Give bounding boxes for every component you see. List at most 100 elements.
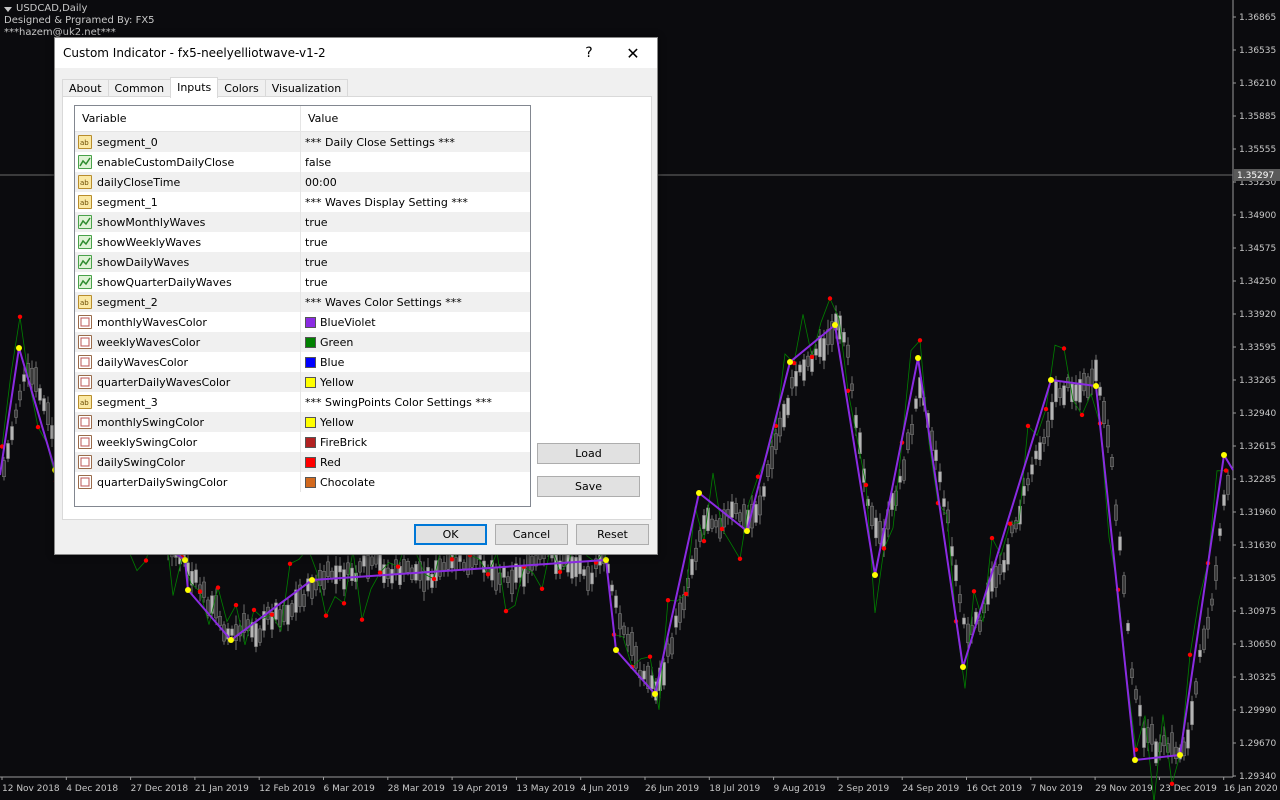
candle-body (1106, 425, 1110, 448)
candle-body (18, 390, 22, 401)
daily-swing-point (287, 561, 293, 566)
cancel-button[interactable]: Cancel (495, 524, 568, 545)
candle-body (1174, 746, 1178, 759)
monthly-swing-point (309, 577, 315, 583)
table-row[interactable]: monthlyWavesColor BlueViolet (75, 312, 530, 332)
candle-body (614, 595, 618, 608)
save-button[interactable]: Save (537, 476, 640, 497)
date-tick-label: 18 Jul 2019 (709, 784, 760, 794)
candle-body (958, 594, 962, 604)
bool-type-icon (78, 235, 92, 249)
value-cell[interactable]: true (301, 232, 530, 252)
reset-button[interactable]: Reset (576, 524, 649, 545)
value-cell[interactable]: Blue (301, 352, 530, 372)
candle-body (966, 623, 970, 644)
daily-swing-point (1007, 521, 1013, 526)
value-cell[interactable]: BlueViolet (301, 312, 530, 332)
candle-body (742, 504, 746, 529)
value-cell[interactable]: false (301, 152, 530, 172)
variable-value: true (305, 235, 328, 249)
table-row[interactable]: ab segment_0 *** Daily Close Settings *** (75, 132, 530, 152)
table-row[interactable]: showWeeklyWaves true (75, 232, 530, 252)
price-tick-label: 1.32285 (1239, 475, 1276, 485)
value-cell[interactable]: Red (301, 452, 530, 472)
bool-type-icon (78, 155, 92, 169)
value-cell[interactable]: *** Waves Display Setting *** (301, 192, 530, 212)
candle-body (794, 371, 798, 387)
value-cell[interactable]: FireBrick (301, 432, 530, 452)
value-cell[interactable]: *** Waves Color Settings *** (301, 292, 530, 312)
candle-body (1134, 689, 1138, 700)
column-header-variable[interactable]: Variable (75, 106, 301, 131)
daily-swing-point (539, 586, 545, 591)
candle-body (814, 348, 818, 356)
daily-swing-point (197, 589, 203, 594)
table-row[interactable]: ab segment_1 *** Waves Display Setting *** (75, 192, 530, 212)
load-button[interactable]: Load (537, 443, 640, 464)
variable-value: Red (320, 455, 341, 469)
monthly-swing-point (832, 322, 838, 328)
candle-body (10, 426, 14, 441)
candle-body (694, 547, 698, 562)
candle-body (670, 637, 674, 655)
candle-body (802, 359, 806, 381)
tab-inputs[interactable]: Inputs (170, 77, 219, 98)
variable-name: segment_3 (97, 395, 158, 409)
value-cell[interactable]: Chocolate (301, 472, 530, 492)
candle-body (366, 555, 370, 579)
table-row[interactable]: dailySwingColor Red (75, 452, 530, 472)
date-tick-label: 28 Mar 2019 (388, 784, 445, 794)
price-tick-label: 1.29340 (1239, 772, 1276, 782)
value-cell[interactable]: Green (301, 332, 530, 352)
table-row[interactable]: monthlySwingColor Yellow (75, 412, 530, 432)
color-swatch (305, 356, 316, 368)
value-cell[interactable]: *** Daily Close Settings *** (301, 132, 530, 152)
variable-name: monthlySwingColor (97, 415, 204, 429)
table-row[interactable]: weeklySwingColor FireBrick (75, 432, 530, 452)
svg-text:ab: ab (80, 199, 89, 206)
candle-body (426, 567, 430, 581)
table-row[interactable]: showMonthlyWaves true (75, 212, 530, 232)
table-row[interactable]: dailyWavesColor Blue (75, 352, 530, 372)
value-cell[interactable]: 00:00 (301, 172, 530, 192)
candle-body (402, 559, 406, 574)
daily-swing-point (503, 608, 509, 614)
table-row[interactable]: ab dailyCloseTime 00:00 (75, 172, 530, 192)
daily-swing-point (1043, 406, 1049, 412)
candle-body (1122, 575, 1126, 594)
ok-button[interactable]: OK (414, 524, 487, 545)
variable-cell: ab dailyCloseTime (75, 172, 301, 192)
table-row[interactable]: enableCustomDailyClose false (75, 152, 530, 172)
variable-cell: quarterDailyWavesColor (75, 372, 301, 392)
variable-name: enableCustomDailyClose (97, 155, 235, 169)
table-row[interactable]: quarterDailyWavesColor Yellow (75, 372, 530, 392)
variable-name: quarterDailySwingColor (97, 475, 228, 489)
help-button[interactable]: ? (567, 38, 611, 68)
value-cell[interactable]: Yellow (301, 412, 530, 432)
value-cell[interactable]: true (301, 212, 530, 232)
candle-body (1194, 681, 1198, 695)
candle-body (1186, 729, 1190, 749)
candle-body (290, 603, 294, 617)
candle-body (506, 576, 510, 583)
monthly-swing-point (915, 355, 921, 361)
date-tick-label: 27 Dec 2018 (131, 784, 189, 794)
price-tick-label: 1.36535 (1239, 46, 1276, 56)
table-row[interactable]: showDailyWaves true (75, 252, 530, 272)
table-row[interactable]: showQuarterDailyWaves true (75, 272, 530, 292)
value-cell[interactable]: *** SwingPoints Color Settings *** (301, 392, 530, 412)
value-cell[interactable]: Yellow (301, 372, 530, 392)
table-row[interactable]: weeklyWavesColor Green (75, 332, 530, 352)
dropdown-triangle-icon[interactable] (4, 6, 12, 12)
table-row[interactable]: ab segment_3 *** SwingPoints Color Setting… (75, 392, 530, 412)
table-row[interactable]: ab segment_2 *** Waves Color Settings *** (75, 292, 530, 312)
candle-body (1054, 381, 1058, 403)
value-cell[interactable]: true (301, 252, 530, 272)
column-header-value[interactable]: Value (301, 106, 338, 131)
candle-body (570, 556, 574, 579)
table-row[interactable]: quarterDailySwingColor Chocolate (75, 472, 530, 492)
dialog-titlebar[interactable]: Custom Indicator - fx5-neelyelliotwave-v… (55, 38, 657, 68)
variable-name: dailyWavesColor (97, 355, 188, 369)
close-button[interactable]: ✕ (611, 38, 655, 68)
value-cell[interactable]: true (301, 272, 530, 292)
